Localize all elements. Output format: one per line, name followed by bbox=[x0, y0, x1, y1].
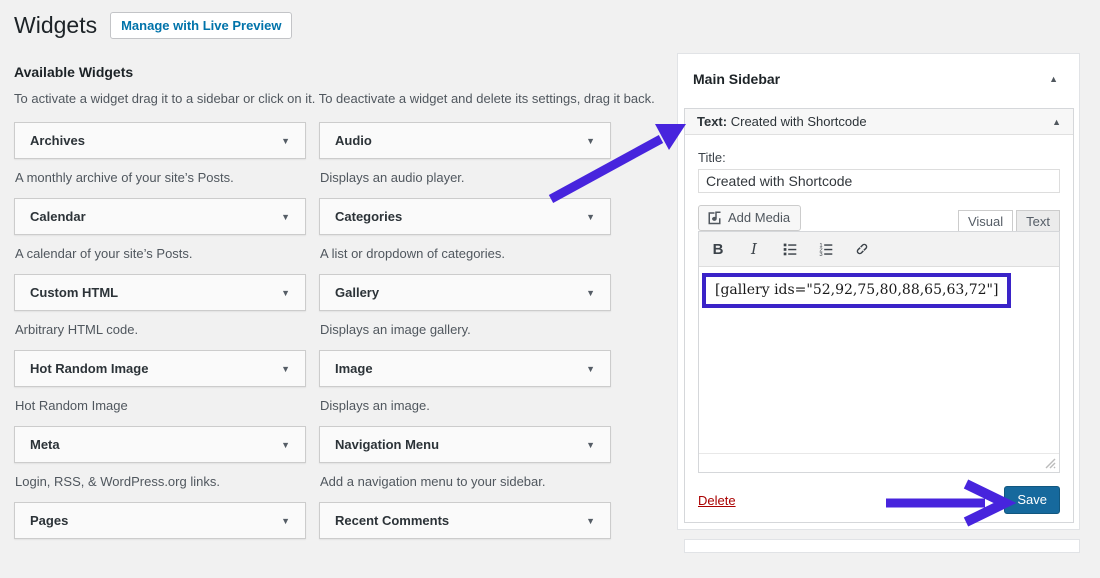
widget-name: Audio bbox=[335, 133, 372, 148]
bold-icon[interactable]: B bbox=[705, 236, 731, 262]
widget-card-navigation-menu[interactable]: Navigation Menu ▼ bbox=[319, 426, 611, 463]
widget-card-hot-random-image[interactable]: Hot Random Image ▼ bbox=[14, 350, 306, 387]
widget-description bbox=[320, 551, 611, 564]
widget-form-footer: Delete Save bbox=[698, 486, 1060, 514]
chevron-down-icon: ▼ bbox=[281, 516, 290, 526]
shortcode-text: [gallery ids="52,92,75,80,88,65,63,72"] bbox=[715, 282, 998, 298]
chevron-down-icon: ▼ bbox=[281, 364, 290, 374]
page-title: Widgets bbox=[14, 12, 97, 39]
italic-icon[interactable]: I bbox=[741, 236, 767, 262]
chevron-down-icon: ▼ bbox=[586, 212, 595, 222]
tab-text[interactable]: Text bbox=[1016, 210, 1060, 231]
bullet-list-icon[interactable] bbox=[777, 236, 803, 262]
chevron-down-icon: ▼ bbox=[281, 136, 290, 146]
widget-name: Categories bbox=[335, 209, 402, 224]
manage-live-preview-button[interactable]: Manage with Live Preview bbox=[110, 12, 292, 39]
widget-card-pages[interactable]: Pages ▼ bbox=[14, 502, 306, 539]
chevron-down-icon: ▼ bbox=[586, 288, 595, 298]
chevron-down-icon: ▼ bbox=[281, 440, 290, 450]
widget-name: Archives bbox=[30, 133, 85, 148]
shortcode-highlight-annotation: [gallery ids="52,92,75,80,88,65,63,72"] bbox=[702, 273, 1011, 308]
text-widget-form: Title: Add Media Visual Text B I bbox=[685, 135, 1073, 522]
delete-link[interactable]: Delete bbox=[698, 493, 736, 508]
media-toolbar-row: Add Media Visual Text bbox=[698, 205, 1060, 231]
text-widget-header[interactable]: Text: Created with Shortcode ▲ bbox=[685, 109, 1073, 135]
widget-description: A list or dropdown of categories. bbox=[320, 247, 611, 260]
title-input[interactable] bbox=[698, 169, 1060, 193]
widget-card-audio[interactable]: Audio ▼ bbox=[319, 122, 611, 159]
available-widgets-heading: Available Widgets bbox=[14, 64, 133, 80]
widget-name: Custom HTML bbox=[30, 285, 118, 300]
widget-type-label: Text: bbox=[697, 114, 727, 129]
numbered-list-icon[interactable]: 1 2 3 bbox=[813, 236, 839, 262]
main-sidebar-header[interactable]: Main Sidebar ▲ bbox=[678, 54, 1079, 108]
widget-card-calendar[interactable]: Calendar ▼ bbox=[14, 198, 306, 235]
widget-name: Meta bbox=[30, 437, 60, 452]
widget-description: Displays an image. bbox=[320, 399, 611, 412]
widget-name: Recent Comments bbox=[335, 513, 449, 528]
chevron-down-icon: ▼ bbox=[586, 516, 595, 526]
link-icon[interactable] bbox=[849, 236, 875, 262]
text-widget-header-title: Text: Created with Shortcode bbox=[697, 114, 867, 129]
widget-description: Hot Random Image bbox=[15, 399, 306, 412]
chevron-down-icon: ▼ bbox=[586, 364, 595, 374]
available-widgets-instructions: To activate a widget drag it to a sideba… bbox=[14, 91, 655, 106]
editor-content-area[interactable]: [gallery ids="52,92,75,80,88,65,63,72"] bbox=[699, 267, 1059, 453]
tab-visual[interactable]: Visual bbox=[958, 210, 1013, 231]
widget-card-custom-html[interactable]: Custom HTML ▼ bbox=[14, 274, 306, 311]
add-media-button[interactable]: Add Media bbox=[698, 205, 801, 231]
available-widgets-grid: Archives ▼ A monthly archive of your sit… bbox=[14, 122, 611, 578]
save-button[interactable]: Save bbox=[1004, 486, 1060, 514]
chevron-down-icon: ▼ bbox=[281, 212, 290, 222]
widget-description bbox=[15, 551, 306, 564]
main-sidebar-title: Main Sidebar bbox=[693, 71, 780, 87]
widget-description: A calendar of your site’s Posts. bbox=[15, 247, 306, 260]
widget-card-recent-comments[interactable]: Recent Comments ▼ bbox=[319, 502, 611, 539]
widget-instance-title: Created with Shortcode bbox=[731, 114, 867, 129]
editor-mode-tabs: Visual Text bbox=[958, 210, 1060, 231]
widget-name: Hot Random Image bbox=[30, 361, 148, 376]
widget-name: Gallery bbox=[335, 285, 379, 300]
title-field-label: Title: bbox=[698, 150, 1060, 165]
widget-name: Calendar bbox=[30, 209, 86, 224]
widget-card-categories[interactable]: Categories ▼ bbox=[319, 198, 611, 235]
editor-toolbar: B I 1 bbox=[699, 232, 1059, 267]
chevron-up-icon[interactable]: ▲ bbox=[1049, 74, 1058, 84]
widget-description: Login, RSS, & WordPress.org links. bbox=[15, 475, 306, 488]
widget-description: Add a navigation menu to your sidebar. bbox=[320, 475, 611, 488]
main-sidebar-panel: Main Sidebar ▲ Text: Created with Shortc… bbox=[677, 53, 1080, 530]
media-icon bbox=[707, 210, 722, 225]
resize-grip-icon[interactable] bbox=[1044, 457, 1056, 469]
widget-card-meta[interactable]: Meta ▼ bbox=[14, 426, 306, 463]
widget-name: Image bbox=[335, 361, 373, 376]
text-editor: B I 1 bbox=[698, 231, 1060, 473]
chevron-down-icon: ▼ bbox=[586, 440, 595, 450]
next-panel-partial bbox=[684, 539, 1080, 553]
widget-description: Displays an audio player. bbox=[320, 171, 611, 184]
chevron-down-icon: ▼ bbox=[586, 136, 595, 146]
widget-description: A monthly archive of your site’s Posts. bbox=[15, 171, 306, 184]
page-header: Widgets Manage with Live Preview bbox=[14, 12, 292, 39]
widget-name: Pages bbox=[30, 513, 68, 528]
add-media-label: Add Media bbox=[728, 210, 790, 225]
text-widget: Text: Created with Shortcode ▲ Title: Ad… bbox=[684, 108, 1074, 523]
widget-name: Navigation Menu bbox=[335, 437, 439, 452]
widget-description: Displays an image gallery. bbox=[320, 323, 611, 336]
widget-card-image[interactable]: Image ▼ bbox=[319, 350, 611, 387]
widget-description: Arbitrary HTML code. bbox=[15, 323, 306, 336]
svg-text:3: 3 bbox=[819, 252, 822, 258]
chevron-up-icon[interactable]: ▲ bbox=[1052, 117, 1061, 127]
editor-statusbar bbox=[699, 453, 1059, 472]
widget-card-gallery[interactable]: Gallery ▼ bbox=[319, 274, 611, 311]
chevron-down-icon: ▼ bbox=[281, 288, 290, 298]
widget-card-archives[interactable]: Archives ▼ bbox=[14, 122, 306, 159]
